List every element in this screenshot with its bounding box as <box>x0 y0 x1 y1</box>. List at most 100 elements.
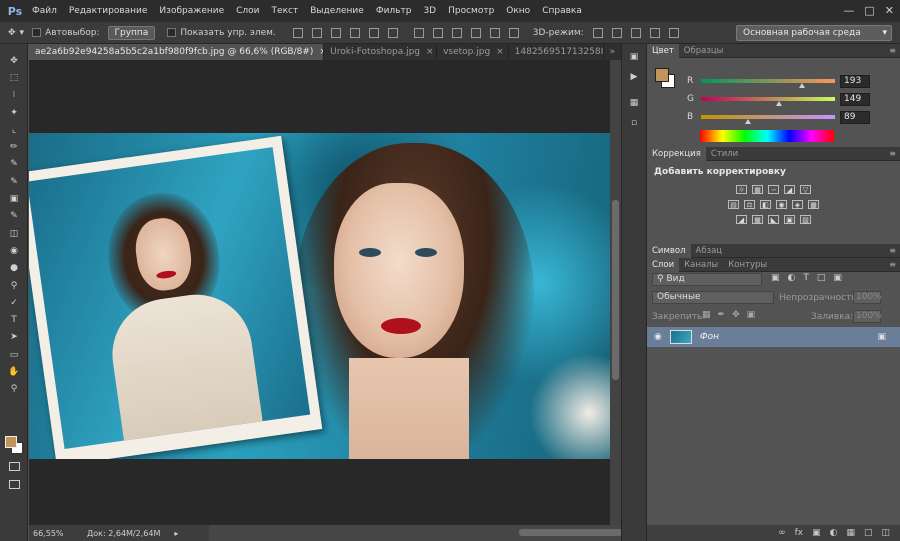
menu-item[interactable]: Просмотр <box>442 6 500 16</box>
slider-knob[interactable] <box>744 119 751 124</box>
actions-icon[interactable]: ▶ <box>624 70 644 84</box>
color-balance-icon[interactable]: ⚖ <box>744 200 755 209</box>
document-tab-active[interactable]: ae2a6b92e94258a5b5c2a1bf980f9fcb.jpg @ 6… <box>29 44 325 60</box>
eraser-tool-icon[interactable]: ◫ <box>0 225 28 242</box>
menu-item[interactable]: Редактирование <box>63 6 154 16</box>
foreground-color-swatch[interactable] <box>5 436 17 448</box>
curves-icon[interactable]: ∽ <box>768 185 779 194</box>
horizontal-scrollbar[interactable] <box>209 525 627 541</box>
menu-item[interactable]: Фильтр <box>370 6 418 16</box>
close-tab-icon[interactable]: × <box>426 47 434 57</box>
document-tab[interactable]: 14825695171325886 <box>509 44 604 60</box>
slider-track[interactable] <box>701 115 835 124</box>
tab-character[interactable]: Символ <box>647 243 691 258</box>
new-group-icon[interactable]: ▦ <box>846 528 855 538</box>
red-value[interactable]: 193 <box>840 74 870 88</box>
show-controls-option[interactable]: Показать упр. элем. <box>167 28 276 38</box>
red-slider[interactable]: R 193 <box>687 74 870 88</box>
tab-layers[interactable]: Слои <box>647 257 680 272</box>
new-adjustment-icon[interactable]: ◐ <box>830 528 838 538</box>
align-left-icon[interactable] <box>349 27 360 38</box>
opacity-field[interactable]: 100% <box>853 291 882 304</box>
move-tool-preset[interactable]: ✥ ▾ <box>8 28 24 38</box>
tab-paths[interactable]: Контуры <box>723 258 772 272</box>
hand-tool-icon[interactable]: ✋ <box>0 363 28 380</box>
menu-item[interactable]: Изображение <box>153 6 230 16</box>
slider-knob[interactable] <box>776 101 783 106</box>
green-slider[interactable]: G 149 <box>687 92 870 106</box>
hue-saturation-icon[interactable]: ▤ <box>728 200 739 209</box>
black-white-icon[interactable]: ◧ <box>760 200 771 209</box>
minimize-icon[interactable]: — <box>843 4 854 17</box>
distribute-top-icon[interactable] <box>413 27 424 38</box>
marquee-tool-icon[interactable]: ⬚ <box>0 69 28 86</box>
vertical-scrollbar[interactable] <box>610 60 621 525</box>
type-tool-icon[interactable]: T <box>0 311 28 328</box>
stamp-tool-icon[interactable]: ▣ <box>0 190 28 207</box>
panel-menu-icon[interactable]: ≡ <box>889 260 896 269</box>
tabs-overflow-icon[interactable]: » <box>604 44 621 60</box>
autoselect-checkbox[interactable] <box>32 28 42 37</box>
new-layer-icon[interactable]: □ <box>864 528 873 538</box>
document-tab[interactable]: vsetop.jpg × <box>437 44 509 60</box>
lasso-tool-icon[interactable]: ⧘ <box>0 87 28 104</box>
show-controls-checkbox[interactable] <box>167 28 177 37</box>
layer-filter-dropdown[interactable]: ⚲ Вид <box>652 273 762 286</box>
slider-track[interactable] <box>701 97 835 106</box>
history-icon[interactable]: ▣ <box>624 50 644 64</box>
brush-presets-icon[interactable]: ▦ <box>624 96 644 110</box>
filter-pixel-icon[interactable]: ▣ <box>771 273 780 283</box>
crop-tool-icon[interactable]: ⌞ <box>0 121 28 138</box>
slider-track[interactable] <box>701 79 835 88</box>
roll-3d-icon[interactable] <box>611 27 622 38</box>
lock-transparency-icon[interactable]: ▦ <box>702 310 711 320</box>
distribute-hcenter-icon[interactable] <box>489 27 500 38</box>
posterize-icon[interactable]: ▦ <box>752 215 763 224</box>
fill-field[interactable]: 100% <box>853 310 882 323</box>
scroll-thumb[interactable] <box>519 529 627 536</box>
tab-styles[interactable]: Стили <box>706 147 743 161</box>
screen-mode-icon[interactable] <box>9 480 20 489</box>
menu-item[interactable]: Выделение <box>304 6 370 16</box>
close-tab-icon[interactable]: × <box>496 47 504 57</box>
photo-filter-icon[interactable]: ◉ <box>776 200 787 209</box>
document-image[interactable] <box>29 133 610 459</box>
eye-icon[interactable]: ◉ <box>654 332 662 342</box>
maximize-icon[interactable]: □ <box>864 4 874 17</box>
clone-source-icon[interactable]: ▫ <box>624 116 644 130</box>
blue-slider[interactable]: B 89 <box>687 110 870 124</box>
brush-tool-icon[interactable]: ✎ <box>0 173 28 190</box>
quick-mask-icon[interactable] <box>9 462 20 471</box>
autoselect-dropdown[interactable]: Группа <box>107 25 156 40</box>
tab-paragraph[interactable]: Абзац <box>691 244 728 258</box>
selective-color-icon[interactable]: ▣ <box>784 215 795 224</box>
pan-3d-icon[interactable] <box>630 27 641 38</box>
menu-item[interactable]: Файл <box>26 6 63 16</box>
levels-icon[interactable]: ▦ <box>752 185 763 194</box>
workspace-switcher[interactable]: Основная рабочая среда ▾ <box>736 25 892 41</box>
color-spectrum[interactable] <box>700 130 834 142</box>
panel-menu-icon[interactable]: ≡ <box>889 46 896 55</box>
menu-item[interactable]: Окно <box>500 6 536 16</box>
slide-3d-icon[interactable] <box>649 27 660 38</box>
lock-all-icon[interactable]: ▣ <box>747 310 756 320</box>
align-vcenter-icon[interactable] <box>311 27 322 38</box>
shape-tool-icon[interactable]: ▭ <box>0 346 28 363</box>
link-layers-icon[interactable]: ∞ <box>778 528 786 538</box>
panel-menu-icon[interactable]: ≡ <box>889 246 896 255</box>
history-brush-icon[interactable]: ✎ <box>0 208 28 225</box>
autoselect-option[interactable]: Автовыбор: <box>32 28 100 38</box>
distribute-left-icon[interactable] <box>470 27 481 38</box>
lock-position-icon[interactable]: ✥ <box>732 310 740 320</box>
color-lookup-icon[interactable]: ▦ <box>808 200 819 209</box>
foreground-color-chip[interactable] <box>655 68 669 82</box>
align-right-icon[interactable] <box>387 27 398 38</box>
add-mask-icon[interactable]: ▣ <box>812 528 821 538</box>
close-icon[interactable]: ✕ <box>885 4 894 17</box>
vibrance-icon[interactable]: ▽ <box>800 185 811 194</box>
paint-bucket-icon[interactable]: ◉ <box>0 242 28 259</box>
menu-item[interactable]: Слои <box>230 6 265 16</box>
align-bottom-icon[interactable] <box>330 27 341 38</box>
scale-3d-icon[interactable] <box>668 27 679 38</box>
document-tab[interactable]: Uroki-Fotoshopa.jpg × <box>324 44 438 60</box>
